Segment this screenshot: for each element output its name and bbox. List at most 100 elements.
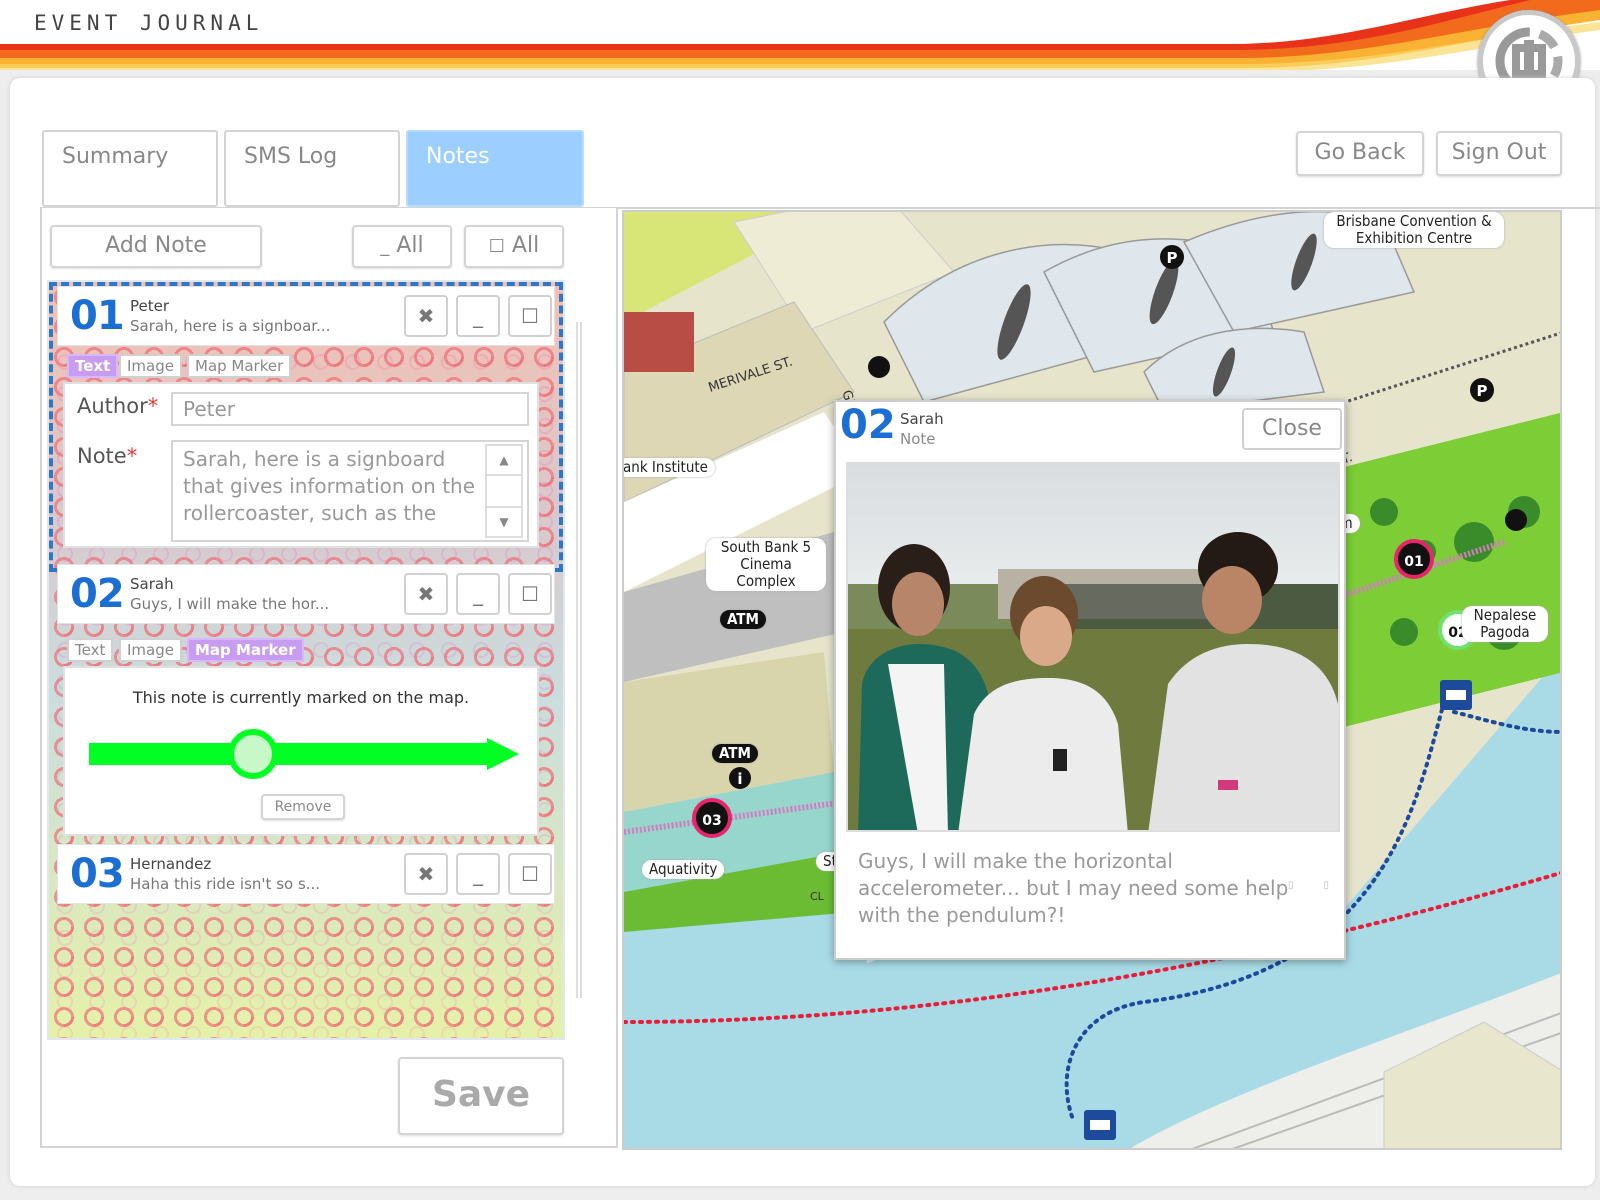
notes-scrollbar[interactable] xyxy=(576,322,582,998)
close-icon: ✖ xyxy=(417,582,435,606)
collapse-all-button[interactable]: _ All xyxy=(352,225,452,268)
note-popup: 02 Sarah Note Close Guys, I will make th… xyxy=(834,400,1346,960)
popup-close-button[interactable]: Close xyxy=(1242,408,1342,450)
minimize-icon: _ xyxy=(473,304,483,328)
parking-icon: P xyxy=(1470,378,1494,402)
note-number: 02 xyxy=(70,571,125,617)
note-snippet: Guys, I will make the hor... xyxy=(130,595,330,613)
author-field[interactable]: Peter xyxy=(171,392,529,426)
tab-summary-label: Summary xyxy=(62,144,169,169)
maximize-icon: ☐ xyxy=(521,862,539,886)
svg-text:P: P xyxy=(1477,382,1488,400)
subtab-image[interactable]: Image xyxy=(119,638,182,662)
maximize-icon: ☐ xyxy=(521,304,539,328)
note-textarea[interactable]: Sarah, here is a signboard that gives in… xyxy=(171,440,529,542)
note-header-03[interactable]: 03 Hernandez Haha this ride isn't so s..… xyxy=(57,844,555,904)
minimize-note-button[interactable]: _ xyxy=(456,295,500,337)
ferry-icon xyxy=(1084,1110,1116,1140)
popup-author: Sarah xyxy=(900,410,944,428)
note-header-01[interactable]: 01 Peter Sarah, here is a signboar... ✖ … xyxy=(57,286,555,346)
note-text-body: Author* Peter Note* Sarah, here is a sig… xyxy=(63,382,539,548)
popup-kind: Note xyxy=(900,430,936,448)
remove-marker-button[interactable]: Remove xyxy=(261,794,345,820)
minimize-note-button[interactable]: _ xyxy=(456,853,500,895)
expand-all-label: All xyxy=(511,233,540,258)
map-label-pagoda: Nepalese Pagoda xyxy=(1462,606,1548,642)
collapse-all-label: All xyxy=(396,233,424,258)
note-number: 03 xyxy=(70,851,125,897)
map-label-atm: ATM xyxy=(712,744,758,763)
subtab-text[interactable]: Text xyxy=(67,354,119,378)
minimize-icon: _ xyxy=(473,582,483,606)
scroll-up-icon[interactable]: ▲ xyxy=(487,446,521,476)
ferry-icon xyxy=(1440,680,1472,710)
tab-summary[interactable]: Summary xyxy=(42,130,218,207)
svg-text:P: P xyxy=(1167,249,1178,267)
subtab-image[interactable]: Image xyxy=(119,354,182,378)
popup-photo xyxy=(846,462,1340,832)
author-label: Author* xyxy=(77,394,159,418)
delete-note-button[interactable]: ✖ xyxy=(404,295,448,337)
map-label-atm: ATM xyxy=(720,610,766,629)
maximize-note-button[interactable]: ☐ xyxy=(508,573,552,615)
note-map-body: This note is currently marked on the map… xyxy=(63,666,539,836)
close-icon: ✖ xyxy=(417,862,435,886)
map-marker-03[interactable]: 03 xyxy=(692,798,732,838)
save-button[interactable]: Save xyxy=(398,1057,564,1135)
note-snippet: Sarah, here is a signboar... xyxy=(130,317,331,335)
note-snippet: Haha this ride isn't so s... xyxy=(130,875,321,893)
slider-arrow-icon xyxy=(487,738,519,770)
expand-all-button[interactable]: ☐ All xyxy=(464,225,564,268)
tab-sms-log[interactable]: SMS Log xyxy=(224,130,400,207)
maximize-note-button[interactable]: ☐ xyxy=(508,295,552,337)
sign-out-button[interactable]: Sign Out xyxy=(1436,131,1562,176)
notes-list: 01 Peter Sarah, here is a signboar... ✖ … xyxy=(47,280,565,1040)
street-label-partial: CL xyxy=(810,890,825,903)
svg-text:01: 01 xyxy=(1404,554,1423,570)
taxi-icon xyxy=(1505,509,1527,531)
delete-note-button[interactable]: ✖ xyxy=(404,573,448,615)
map-label-convention-centre: Brisbane Convention & Exhibition Centre xyxy=(1324,212,1504,248)
app-header: EVENT JOURNAL xyxy=(0,0,1600,70)
map-marked-message: This note is currently marked on the map… xyxy=(132,688,470,707)
tab-notes[interactable]: Notes xyxy=(406,130,584,207)
parking-icon: P xyxy=(1160,245,1184,269)
tab-notes-label: Notes xyxy=(426,144,490,169)
note-label: Note* xyxy=(77,444,138,468)
popup-note-text: Guys, I will make the horizontal acceler… xyxy=(858,849,1289,927)
maximize-note-button[interactable]: ☐ xyxy=(508,853,552,895)
note-header-02[interactable]: 02 Sarah Guys, I will make the hor... ✖ … xyxy=(57,564,555,624)
taxi-icon xyxy=(868,356,890,378)
popup-note-number: 02 xyxy=(840,402,896,448)
close-icon: ✖ xyxy=(417,304,435,328)
map-label-institute: ank Institute xyxy=(624,458,715,477)
note-author: Sarah xyxy=(130,575,174,593)
note-author: Hernandez xyxy=(130,855,212,873)
note-number: 01 xyxy=(70,293,125,339)
subtab-map-marker[interactable]: Map Marker xyxy=(187,354,292,378)
note-textarea-scrollbar[interactable]: ▲ ▼ xyxy=(485,444,523,538)
slider-knob[interactable] xyxy=(228,729,278,779)
add-note-button[interactable]: Add Note xyxy=(50,225,262,268)
map-label-aquativity: Aquativity xyxy=(642,860,725,879)
tab-sms-log-label: SMS Log xyxy=(244,144,338,169)
map-marker-01[interactable]: 01 xyxy=(1394,539,1434,579)
maximize-icon: ☐ xyxy=(488,236,505,257)
note-author: Peter xyxy=(130,297,170,315)
subtab-map-marker[interactable]: Map Marker xyxy=(187,638,304,662)
maximize-icon: ☐ xyxy=(521,582,539,606)
minimize-icon: _ xyxy=(380,236,390,257)
svg-text:03: 03 xyxy=(702,813,721,829)
slider-track[interactable] xyxy=(89,743,489,765)
delete-note-button[interactable]: ✖ xyxy=(404,853,448,895)
scroll-down-icon[interactable]: ▼ xyxy=(487,506,521,536)
map-marker-slider[interactable] xyxy=(89,724,519,784)
minimize-icon: _ xyxy=(473,862,483,886)
app-title: EVENT JOURNAL xyxy=(34,11,264,35)
map-label-cinema: South Bank 5 Cinema Complex xyxy=(706,538,826,591)
popup-scroll-indicator[interactable]: ▯▯ xyxy=(1288,880,1359,891)
go-back-button[interactable]: Go Back xyxy=(1296,131,1424,176)
minimize-note-button[interactable]: _ xyxy=(456,573,500,615)
subtab-text[interactable]: Text xyxy=(67,638,114,662)
info-icon: i xyxy=(729,767,751,789)
